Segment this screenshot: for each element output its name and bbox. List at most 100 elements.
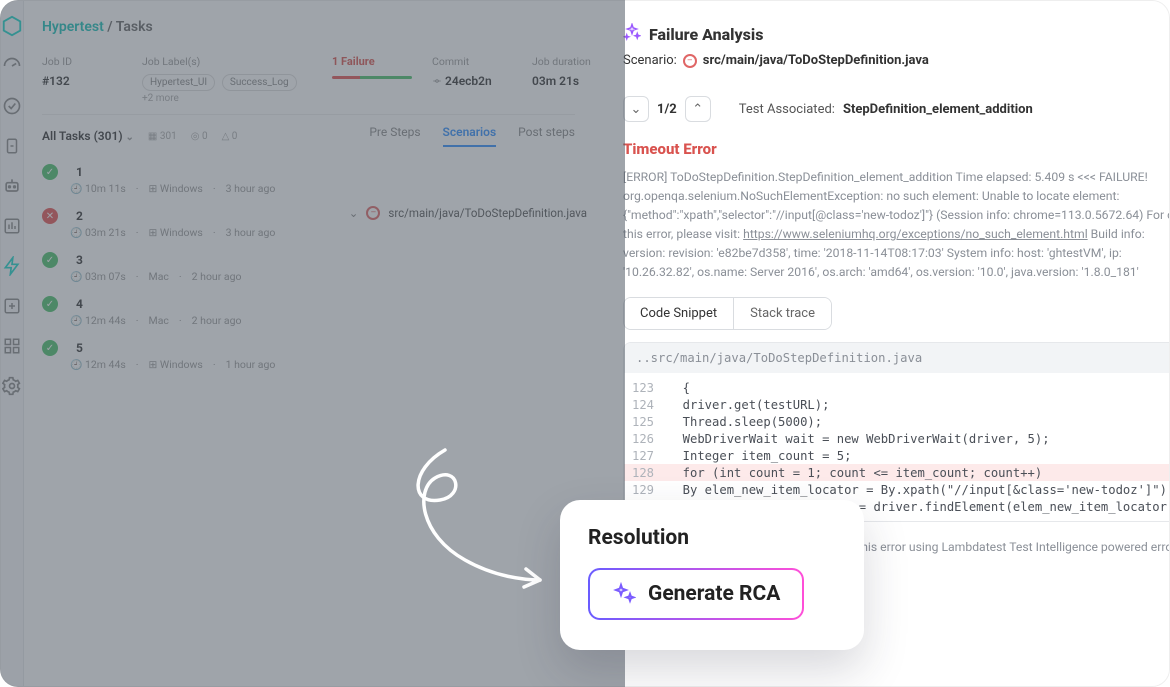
os-label: Mac bbox=[149, 314, 169, 327]
code-line: 129 By elem_new_item_locator = By.xpath(… bbox=[624, 481, 1170, 498]
nav-plus-icon[interactable] bbox=[1, 295, 23, 317]
breadcrumb-app[interactable]: Hypertest bbox=[42, 19, 104, 35]
task-row[interactable]: ✓ 3 bbox=[42, 245, 575, 270]
tab-post-steps[interactable]: Post steps bbox=[518, 125, 575, 147]
code-line: 127 Integer item_count = 5; bbox=[624, 447, 1170, 464]
os-label: ⊞ Windows bbox=[149, 226, 203, 239]
line-number: 127 bbox=[624, 449, 668, 463]
code-text: WebDriverWait wait = new WebDriverWait(d… bbox=[668, 432, 1050, 446]
task-number: 3 bbox=[76, 253, 83, 267]
task-meta: 10m 11s· ⊞ Windows· 3 hour ago bbox=[42, 182, 575, 195]
nav-bolt-icon[interactable] bbox=[1, 255, 23, 277]
failed-ring-icon: – bbox=[683, 54, 697, 68]
tab-scenarios[interactable]: Scenarios bbox=[443, 125, 497, 147]
nav-battery-icon[interactable] bbox=[1, 135, 23, 157]
resolution-heading: Resolution bbox=[588, 526, 836, 550]
code-text: driver.get(testURL); bbox=[668, 398, 829, 412]
task-row[interactable]: ✓ 5 bbox=[42, 333, 575, 358]
resolution-card: Resolution Generate RCA bbox=[560, 500, 864, 650]
tasks-count: ▦ 301 bbox=[148, 131, 177, 142]
pill-2[interactable]: Success_Log bbox=[222, 74, 297, 91]
generate-rca-button[interactable]: Generate RCA bbox=[588, 568, 804, 620]
nav-gauge-icon[interactable] bbox=[1, 55, 23, 77]
code-text: for (int count = 1; count <= item_count;… bbox=[668, 466, 1042, 480]
step-tabs: Pre Steps Scenarios Post steps bbox=[369, 125, 575, 147]
nav-gear-icon[interactable] bbox=[1, 375, 23, 397]
age: 3 hour ago bbox=[226, 226, 276, 239]
tasks-panel: Hypertest / Tasks Job ID #132 Job Label(… bbox=[24, 1, 593, 686]
tab-code-snippet[interactable]: Code Snippet bbox=[624, 298, 733, 329]
pager-down-button[interactable]: ⌄ bbox=[623, 96, 649, 122]
failed-icon: – bbox=[366, 206, 380, 220]
line-number: 126 bbox=[624, 432, 668, 446]
task-row[interactable]: ✓ 1 bbox=[42, 157, 575, 182]
error-link[interactable]: https://www.seleniumhq.org/exceptions/no… bbox=[743, 227, 1088, 241]
task-row[interactable]: ✓ 4 bbox=[42, 289, 575, 314]
line-number: 129 bbox=[624, 483, 668, 497]
task-meta: 03m 21s· ⊞ Windows· 3 hour ago bbox=[42, 226, 575, 239]
failure-count: 1 Failure bbox=[332, 55, 402, 68]
scenario-path-value: src/main/java/ToDoStepDefinition.java bbox=[703, 53, 929, 68]
code-text: { bbox=[668, 381, 690, 395]
duration: 10m 11s bbox=[70, 182, 126, 195]
selected-scenario[interactable]: ⌄ – src/main/java/ToDoStepDefinition.jav… bbox=[349, 206, 587, 220]
tasks-zero1: ◎ 0 bbox=[191, 131, 208, 142]
code-snippet-box: ..src/main/java/ToDoStepDefinition.java … bbox=[623, 342, 1170, 522]
age: 2 hour ago bbox=[192, 270, 242, 283]
tab-stack-trace[interactable]: Stack trace bbox=[733, 298, 831, 329]
code-line: 123 { bbox=[624, 379, 1170, 396]
nav-chart-icon[interactable] bbox=[1, 215, 23, 237]
sparkle-icon bbox=[612, 582, 636, 606]
duration: 12m 44s bbox=[70, 314, 126, 327]
tasks-zero2: △ 0 bbox=[222, 131, 238, 142]
breadcrumb-page[interactable]: Tasks bbox=[116, 19, 153, 35]
line-number: 125 bbox=[624, 415, 668, 429]
jobid-value: #132 bbox=[42, 74, 112, 88]
pill-1[interactable]: Hypertest_UI bbox=[142, 74, 215, 91]
task-number: 2 bbox=[76, 209, 83, 223]
assoc-label: Test Associated: bbox=[739, 102, 835, 117]
breadcrumb: Hypertest / Tasks bbox=[42, 19, 575, 35]
age: 1 hour ago bbox=[226, 358, 276, 371]
check-icon: ✓ bbox=[42, 164, 58, 180]
logo-icon bbox=[1, 15, 23, 37]
error-title: Timeout Error bbox=[623, 140, 1170, 158]
generate-rca-label: Generate RCA bbox=[648, 582, 780, 606]
task-number: 4 bbox=[76, 297, 83, 311]
check-icon: ✓ bbox=[42, 340, 58, 356]
sparkle-icon bbox=[623, 23, 641, 45]
task-number: 5 bbox=[76, 341, 83, 355]
side-nav bbox=[1, 1, 24, 686]
task-meta: 12m 44s· Mac· 2 hour ago bbox=[42, 314, 575, 327]
task-meta: 03m 07s· Mac· 2 hour ago bbox=[42, 270, 575, 283]
nav-robot-icon[interactable] bbox=[1, 175, 23, 197]
code-text: Integer item_count = 5; bbox=[668, 449, 851, 463]
pager-position: 1/2 bbox=[657, 102, 677, 117]
metrics-row: Job ID #132 Job Label(s) Hypertest_UI Su… bbox=[42, 49, 575, 115]
scenario-line: Scenario: – src/main/java/ToDoStepDefini… bbox=[623, 53, 1170, 68]
fail-icon: ✕ bbox=[42, 208, 58, 224]
failure-bar bbox=[332, 76, 412, 79]
joblabel-label: Job Label(s) bbox=[142, 55, 302, 68]
pager-row: ⌄ 1/2 ⌃ Test Associated: StepDefinition_… bbox=[623, 96, 1170, 122]
chevron-down-icon: ⌄ bbox=[349, 206, 359, 220]
pager-up-button[interactable]: ⌃ bbox=[685, 96, 711, 122]
age: 2 hour ago bbox=[192, 314, 242, 327]
code-path: ..src/main/java/ToDoStepDefinition.java bbox=[624, 343, 1170, 373]
nav-apps-icon[interactable] bbox=[1, 335, 23, 357]
check-icon: ✓ bbox=[42, 252, 58, 268]
duration: 03m 07s bbox=[70, 270, 126, 283]
line-number: 124 bbox=[624, 398, 668, 412]
code-line: 128 for (int count = 1; count <= item_co… bbox=[624, 464, 1170, 481]
nav-check-icon[interactable] bbox=[1, 95, 23, 117]
all-tasks-dropdown[interactable]: All Tasks (301) ⌄ bbox=[42, 129, 134, 143]
duration-label: Job duration bbox=[532, 55, 602, 68]
joblabel-pills: Hypertest_UI Success_Log +2 more bbox=[142, 74, 302, 104]
line-number: 128 bbox=[624, 466, 668, 480]
code-line: 126 WebDriverWait wait = new WebDriverWa… bbox=[624, 430, 1170, 447]
error-text: [ERROR] ToDoStepDefinition.StepDefinitio… bbox=[623, 168, 1170, 281]
pill-more[interactable]: +2 more bbox=[142, 93, 179, 104]
tab-pre-steps[interactable]: Pre Steps bbox=[369, 125, 420, 147]
task-list: ✓ 1 10m 11s· ⊞ Windows· 3 hour ago ✕ 2 0… bbox=[42, 157, 575, 371]
line-number: 123 bbox=[624, 381, 668, 395]
